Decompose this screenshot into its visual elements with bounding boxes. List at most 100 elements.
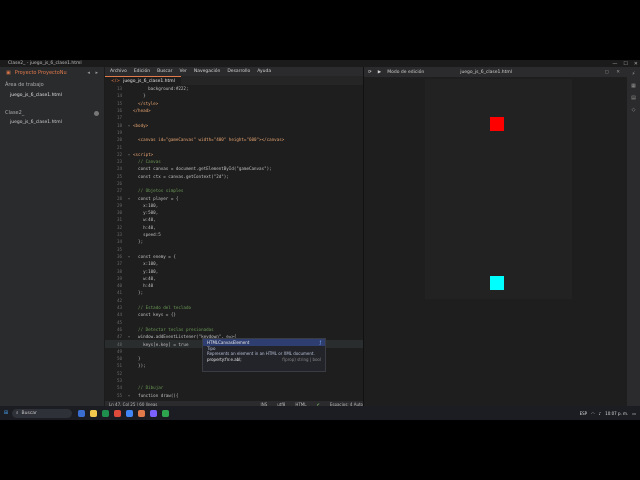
project-root[interactable]: Clase2_ bbox=[0, 104, 104, 118]
app-screen: Clase2_ - juego_js_6_clase1.html — ☐ ✕ ▣… bbox=[0, 60, 640, 420]
fold-marker-icon[interactable]: ▾ bbox=[125, 254, 133, 259]
code-line[interactable]: 14 } bbox=[105, 92, 363, 99]
close-icon[interactable]: ✕ bbox=[634, 61, 638, 67]
clock-time[interactable]: 10:07 p. m. bbox=[605, 411, 628, 416]
code-line[interactable]: 46 // Detectar teclas presionadas bbox=[105, 326, 363, 333]
code-line[interactable]: 35 bbox=[105, 246, 363, 253]
code-line[interactable]: 45 bbox=[105, 319, 363, 326]
code-line[interactable]: 40 h:40 bbox=[105, 282, 363, 289]
app-icon[interactable] bbox=[78, 409, 85, 417]
fold-marker-icon[interactable]: ▾ bbox=[125, 393, 133, 398]
project-file[interactable]: juego_js_6_clase1.html bbox=[0, 118, 104, 127]
line-number: 53 bbox=[116, 378, 122, 384]
preview-mode[interactable]: Modo de edición bbox=[387, 70, 424, 75]
code-line[interactable]: 20 <canvas id="gameCanvas" width="400" h… bbox=[105, 136, 363, 143]
line-number: 13 bbox=[116, 86, 122, 92]
app-icon[interactable] bbox=[162, 409, 169, 417]
app-icon[interactable] bbox=[150, 409, 157, 417]
game-canvas[interactable] bbox=[425, 79, 572, 299]
hint-item[interactable]: property:fn:e.abl; f(prop) string | bool bbox=[203, 356, 325, 363]
files-icon[interactable]: ▤ bbox=[631, 95, 636, 101]
git-icon[interactable]: ◇ bbox=[632, 107, 636, 113]
code-line[interactable]: 41 }; bbox=[105, 289, 363, 296]
code-line[interactable]: 22 ▾ <script> bbox=[105, 151, 363, 158]
language-indicator[interactable]: ESP bbox=[580, 411, 587, 416]
code-line[interactable]: 16 </head> bbox=[105, 107, 363, 114]
code-line[interactable]: 34 }; bbox=[105, 238, 363, 245]
code-line[interactable]: 31 w:40, bbox=[105, 216, 363, 223]
code-line[interactable]: 18 ▾ <body> bbox=[105, 121, 363, 128]
line-number: 42 bbox=[116, 297, 122, 303]
code-line[interactable]: 36 ▾ const enemy = { bbox=[105, 253, 363, 260]
fold-marker-icon[interactable]: ▾ bbox=[125, 152, 133, 157]
maximize-icon[interactable]: ☐ bbox=[623, 61, 627, 67]
code-line[interactable]: 53 bbox=[105, 377, 363, 384]
code-line[interactable]: 39 w:40, bbox=[105, 275, 363, 282]
panel-actions-icon[interactable]: ◂ ▸ bbox=[87, 70, 104, 76]
fold-marker-icon[interactable]: ▾ bbox=[125, 334, 133, 339]
project-settings-icon[interactable] bbox=[94, 110, 99, 116]
fold-marker-icon[interactable]: ▾ bbox=[125, 196, 133, 201]
menu-edicion[interactable]: Edición bbox=[134, 69, 150, 74]
menu-navegacion[interactable]: Navegación bbox=[194, 69, 221, 74]
code-line[interactable]: 23 // Canvas bbox=[105, 158, 363, 165]
code-line[interactable]: 44 const keys = {} bbox=[105, 311, 363, 318]
live-preview-icon[interactable]: ⚡ bbox=[632, 71, 636, 77]
line-number: 44 bbox=[116, 312, 122, 318]
menu-archivo[interactable]: Archivo bbox=[110, 69, 127, 74]
menu-buscar[interactable]: Buscar bbox=[157, 69, 172, 74]
reload-icon[interactable]: ⟳ bbox=[368, 70, 372, 75]
os-taskbar: ⊞ ⌕ Buscar ESP ◠ ♪ 10:07 p. m. ▭ bbox=[0, 406, 640, 420]
hint-item[interactable]: HTMLCanvasElement ƒ bbox=[203, 339, 325, 346]
code-line[interactable]: 25 const ctx = canvas.getContext("2d"); bbox=[105, 173, 363, 180]
code-line[interactable]: 28 ▾ const player = { bbox=[105, 194, 363, 201]
code-line[interactable]: 54 // Dibujar bbox=[105, 384, 363, 391]
code-line[interactable]: 29 x:100, bbox=[105, 202, 363, 209]
code-line[interactable]: 30 y:500, bbox=[105, 209, 363, 216]
wifi-icon[interactable]: ◠ bbox=[591, 411, 595, 416]
code-text: // Estado del teclado bbox=[133, 305, 191, 311]
code-line[interactable]: 17 bbox=[105, 114, 363, 121]
preview-window-controls[interactable]: ▢ ✕ bbox=[605, 70, 627, 75]
chrome-icon[interactable] bbox=[126, 409, 133, 417]
line-number: 32 bbox=[116, 224, 122, 230]
play-icon[interactable]: ▶ bbox=[378, 70, 381, 75]
code-line[interactable]: 32 h:40, bbox=[105, 224, 363, 231]
app-icon[interactable] bbox=[114, 409, 121, 417]
system-tray: ESP ◠ ♪ 10:07 p. m. ▭ bbox=[580, 411, 640, 416]
minimize-icon[interactable]: — bbox=[612, 61, 617, 67]
line-number: 36 bbox=[116, 253, 122, 259]
fold-marker-icon[interactable]: ▾ bbox=[125, 123, 133, 128]
editor-app-icon[interactable] bbox=[138, 409, 145, 417]
menu-desarrollo[interactable]: Desarrollo bbox=[227, 69, 250, 74]
notifications-icon[interactable]: ▭ bbox=[632, 411, 636, 416]
code-line[interactable]: 42 bbox=[105, 297, 363, 304]
workingset-file[interactable]: juego_js_6_clase1.html bbox=[0, 91, 104, 100]
code-line[interactable]: 24 const canvas = document.getElementByI… bbox=[105, 165, 363, 172]
code-line[interactable]: 13 background:#222; bbox=[105, 85, 363, 92]
app-icon[interactable] bbox=[102, 409, 109, 417]
project-header[interactable]: ▣ Proyecto ProyectoNu ◂ ▸ bbox=[0, 67, 104, 79]
code-line[interactable]: 15 </style> bbox=[105, 100, 363, 107]
taskbar-search[interactable]: ⌕ Buscar bbox=[12, 408, 72, 418]
code-line[interactable]: 21 bbox=[105, 143, 363, 150]
project-file-label: juego_js_6_clase1.html bbox=[10, 120, 62, 125]
code-line[interactable]: 27 // Objetos simples bbox=[105, 187, 363, 194]
code-line[interactable]: 26 bbox=[105, 180, 363, 187]
code-line[interactable]: 33 speed:5 bbox=[105, 231, 363, 238]
code-line[interactable]: 38 y:100, bbox=[105, 267, 363, 274]
code-line[interactable]: 55 ▾ function draw(){ bbox=[105, 391, 363, 398]
line-number: 50 bbox=[116, 356, 122, 362]
menu-ver[interactable]: Ver bbox=[179, 69, 186, 74]
menu-ayuda[interactable]: Ayuda bbox=[257, 69, 271, 74]
volume-icon[interactable]: ♪ bbox=[599, 411, 602, 416]
line-number: 28 bbox=[116, 195, 122, 201]
code-line[interactable]: 37 x:100, bbox=[105, 260, 363, 267]
extensions-icon[interactable]: ▦ bbox=[631, 83, 636, 89]
folder-app-icon[interactable] bbox=[90, 409, 97, 417]
windows-start-icon[interactable]: ⊞ bbox=[0, 410, 12, 416]
code-line[interactable]: 43 // Estado del teclado bbox=[105, 304, 363, 311]
code-line[interactable]: 19 bbox=[105, 129, 363, 136]
editor-tab[interactable]: </> juego_js_6_clase1.html bbox=[105, 76, 181, 85]
line-number: 37 bbox=[116, 261, 122, 267]
